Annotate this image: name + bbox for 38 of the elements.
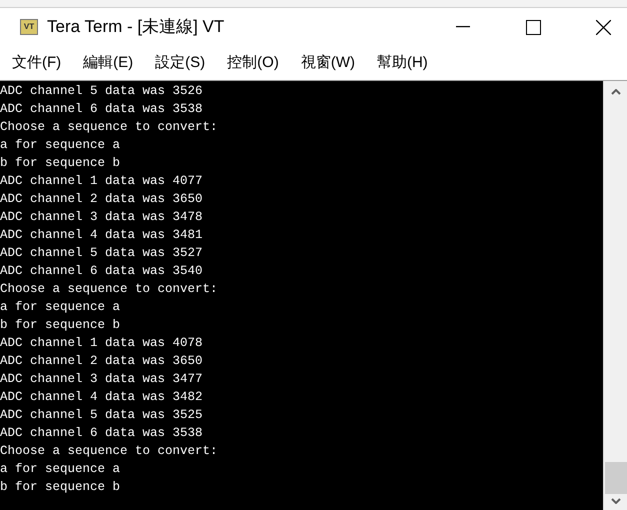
terminal-line: ADC channel 5 data was 3526 (0, 83, 203, 100)
menu-item[interactable]: 視窗(W) (298, 52, 357, 74)
terminal-line: ADC channel 3 data was 3478 (0, 209, 203, 226)
terminal-line: ADC channel 3 data was 3477 (0, 371, 203, 388)
close-icon (596, 20, 610, 34)
terminal-line: Choose a sequence to convert: (0, 119, 218, 136)
terminal-line: ADC channel 2 data was 3650 (0, 353, 203, 370)
app-icon: VT (20, 19, 38, 35)
terminal-line: Choose a sequence to convert: (0, 281, 218, 298)
maximize-icon (526, 20, 540, 34)
scrollbar[interactable] (603, 81, 627, 510)
terminal-line: ADC channel 4 data was 3482 (0, 389, 203, 406)
terminal-line: b for sequence b (0, 155, 120, 172)
minimize-icon (456, 26, 470, 28)
terminal-line: ADC channel 2 data was 3650 (0, 191, 203, 208)
terminal-line: a for sequence a (0, 137, 120, 154)
scrollbar-thumb[interactable] (604, 462, 626, 494)
window-title: Tera Term - [未連線] VT (47, 16, 224, 38)
terminal-line: ADC channel 6 data was 3538 (0, 101, 203, 118)
terminal-line: ADC channel 5 data was 3527 (0, 245, 203, 262)
terminal-line: b for sequence b (0, 479, 120, 496)
menu-item[interactable]: 控制(O) (225, 52, 281, 74)
terminal-line: ADC channel 5 data was 3525 (0, 407, 203, 424)
terminal-line: ADC channel 6 data was 3540 (0, 263, 203, 280)
menu-item[interactable]: 幫助(H) (374, 52, 430, 74)
terminal-line: ADC channel 1 data was 4077 (0, 173, 203, 190)
terminal-line: ADC channel 1 data was 4078 (0, 335, 203, 352)
terminal-line: ADC channel 4 data was 3481 (0, 227, 203, 244)
terminal-line: a for sequence a (0, 461, 120, 478)
scroll-down-icon[interactable] (610, 498, 620, 504)
terminal-line: b for sequence b (0, 317, 120, 334)
menu-item[interactable]: 編輯(E) (81, 52, 136, 74)
scroll-up-icon[interactable] (610, 89, 620, 95)
terminal-line: a for sequence a (0, 299, 120, 316)
menu-item[interactable]: 設定(S) (153, 52, 208, 74)
terminal-line: ADC channel 6 data was 3538 (0, 425, 203, 442)
menu-item[interactable]: 文件(F) (10, 52, 64, 74)
terminal-line: Choose a sequence to convert: (0, 443, 218, 460)
